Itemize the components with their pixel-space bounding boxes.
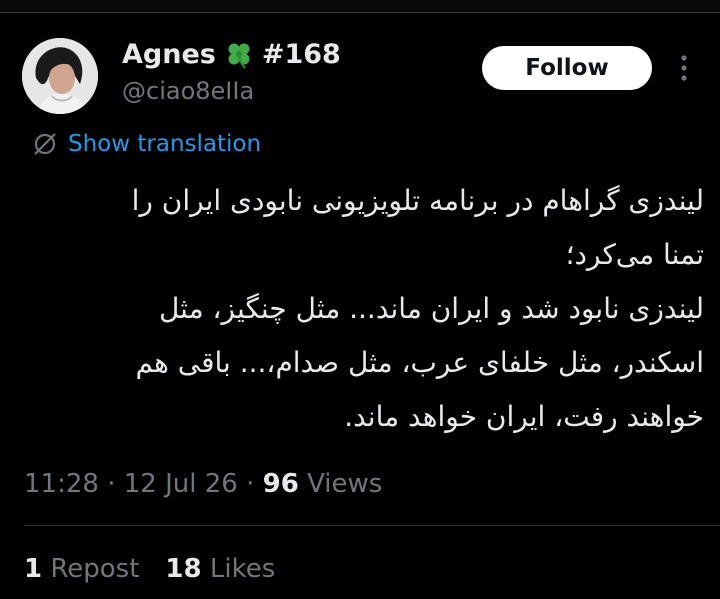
follow-button[interactable]: Follow	[482, 46, 652, 90]
likes-label: Likes	[209, 554, 276, 584]
meta-separator: ·	[246, 469, 255, 499]
show-translation-label[interactable]: Show translation	[68, 128, 261, 160]
stats-divider	[24, 525, 720, 526]
globe-slash-icon	[34, 133, 56, 155]
reposts-count: 1	[24, 554, 43, 584]
more-dots-vertical-icon	[681, 55, 687, 81]
author-handle[interactable]: @ciao8eIIa	[122, 74, 341, 108]
meta-separator: ·	[107, 469, 116, 499]
tweet-time[interactable]: 11:28	[24, 469, 99, 499]
more-options-button[interactable]	[670, 52, 698, 84]
avatar[interactable]	[22, 38, 98, 114]
author-name-row[interactable]: Agnes #168	[122, 38, 341, 72]
avatar-portrait-icon	[22, 38, 98, 114]
likes-stat[interactable]: 18 Likes	[165, 549, 275, 589]
author-tag: #168	[261, 39, 341, 70]
four-leaf-clover-icon	[224, 40, 254, 70]
tweet-text: لیندزی گراهام در برنامه تلویزیونی نابودی…	[131, 184, 704, 433]
views-label[interactable]: Views	[307, 469, 382, 499]
engagement-stats: 1 Repost 18 Likes	[24, 549, 275, 589]
likes-count: 18	[165, 554, 202, 584]
author-block: Agnes #168 @ciao8eIIa	[122, 38, 341, 108]
author-name[interactable]: Agnes	[122, 38, 216, 72]
show-translation-link[interactable]: Show translation	[32, 128, 261, 160]
tweet-date[interactable]: 12 Jul 26	[124, 469, 238, 499]
views-count[interactable]: 96	[263, 469, 299, 499]
top-divider	[0, 0, 720, 13]
reposts-stat[interactable]: 1 Repost	[24, 549, 139, 589]
tweet-meta: 11:28 · 12 Jul 26 · 96 Views	[24, 464, 382, 504]
reposts-label: Repost	[50, 554, 140, 584]
